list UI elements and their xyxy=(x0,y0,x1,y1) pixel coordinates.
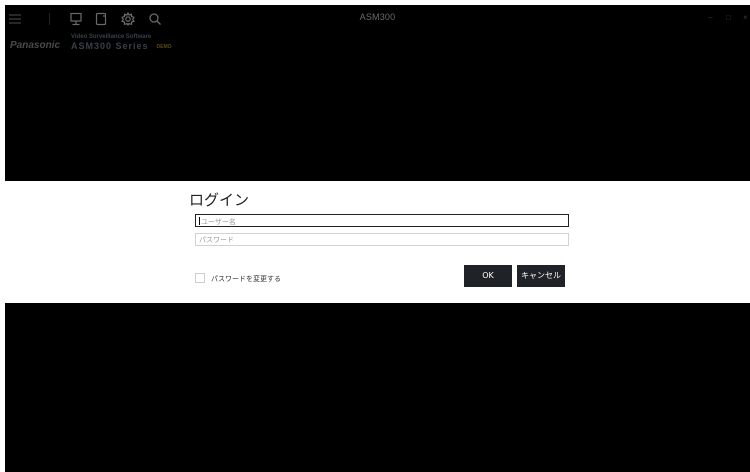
close-button[interactable]: × xyxy=(743,13,748,23)
company-logo: Panasonic xyxy=(10,40,61,51)
product-name: ASM300 Series DEMO xyxy=(71,41,172,53)
password-input[interactable]: パスワード xyxy=(195,233,569,246)
login-dialog: ログイン ユーザー名 パスワード パスワードを変更する OK キャンセル xyxy=(5,181,750,303)
product-logo: Video Surveillance Software ASM300 Serie… xyxy=(71,33,172,53)
app-window: ASM300 – □ × Panasonic Video Surveillanc… xyxy=(5,5,750,472)
minimize-button[interactable]: – xyxy=(708,13,712,23)
password-placeholder: パスワード xyxy=(199,236,234,244)
product-subtitle: Video Surveillance Software xyxy=(71,34,152,40)
ok-button[interactable]: OK xyxy=(464,265,512,287)
cancel-button[interactable]: キャンセル xyxy=(517,265,565,287)
maximize-button[interactable]: □ xyxy=(726,13,731,23)
demo-badge: DEMO xyxy=(156,44,172,50)
change-password-checkbox[interactable] xyxy=(195,273,205,283)
window-title: ASM300 xyxy=(359,12,396,22)
product-name-text: ASM300 Series xyxy=(71,41,149,51)
title-bar: ASM300 – □ × xyxy=(5,5,750,33)
username-placeholder: ユーザー名 xyxy=(201,218,236,226)
login-title: ログイン xyxy=(189,191,250,209)
change-password-label[interactable]: パスワードを変更する xyxy=(211,274,281,284)
username-input[interactable]: ユーザー名 xyxy=(195,214,569,227)
text-caret xyxy=(199,217,200,225)
